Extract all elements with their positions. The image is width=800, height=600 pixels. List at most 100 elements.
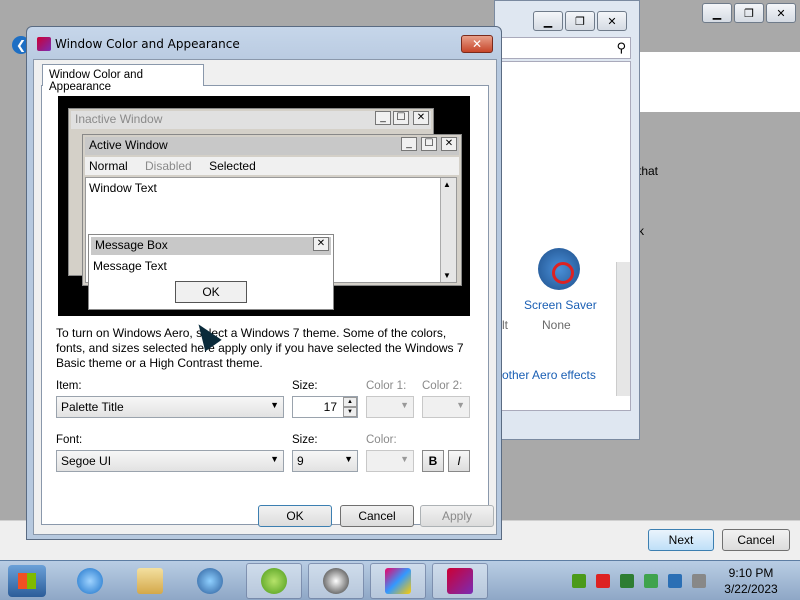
color1-label: Color 1: <box>366 380 407 392</box>
bg-minimize-button[interactable]: ▁ <box>702 3 732 23</box>
minimize-icon: _ <box>401 137 417 151</box>
scroll-up-icon: ▲ <box>443 180 451 189</box>
item-label: Item: <box>56 380 82 392</box>
taskbar-utorrent[interactable] <box>246 563 302 599</box>
chevron-down-icon: ▼ <box>400 454 409 464</box>
window-text: Window Text <box>89 181 157 195</box>
start-button[interactable] <box>8 565 46 597</box>
apply-button[interactable]: Apply <box>420 505 494 527</box>
minimize-icon: _ <box>375 111 391 125</box>
item-select[interactable]: Palette Title ▼ <box>56 396 284 418</box>
taskbar-media-player[interactable] <box>182 563 238 599</box>
menu-selected: Selected <box>209 159 256 173</box>
chevron-down-icon: ▼ <box>270 400 279 410</box>
font-label: Font: <box>56 434 83 446</box>
wizard-cancel-button[interactable]: Cancel <box>722 529 790 551</box>
bold-button[interactable]: B <box>422 450 444 472</box>
message-text: Message Text <box>93 259 167 273</box>
close-icon: ✕ <box>313 237 329 251</box>
preview-menu: Normal Disabled Selected <box>85 157 459 175</box>
bg-maximize-button[interactable]: ❐ <box>734 3 764 23</box>
appearance-icon <box>447 568 473 594</box>
internet-explorer-icon <box>77 568 103 594</box>
maximize-icon: ☐ <box>421 137 437 151</box>
menu-disabled: Disabled <box>145 159 192 173</box>
update-icon[interactable] <box>620 574 634 588</box>
cancel-button[interactable]: Cancel <box>340 505 414 527</box>
close-icon: ✕ <box>441 137 457 151</box>
screen-saver-icon[interactable] <box>538 248 580 290</box>
taskbar-webcam[interactable] <box>308 563 364 599</box>
menu-normal: Normal <box>89 159 128 173</box>
volume-muted-icon[interactable] <box>692 574 706 588</box>
dialog-close-button[interactable]: ✕ <box>461 35 493 53</box>
color1-picker[interactable]: ▼ <box>366 396 414 418</box>
cp-content: Screen Saver None lt other Aero effects <box>501 61 631 411</box>
font-select[interactable]: Segoe UI ▼ <box>56 450 284 472</box>
preview-message-box: Message Box ✕ Message Text OK <box>88 234 334 310</box>
dialog-title: Window Color and Appearance <box>55 37 240 51</box>
next-button[interactable]: Next <box>648 529 714 551</box>
spin-down-icon[interactable]: ▼ <box>343 407 357 417</box>
tab-window-color-and-appearance[interactable]: Window Color and Appearance <box>42 64 204 93</box>
taskbar-control-panel[interactable] <box>370 563 426 599</box>
appearance-dialog: Window Color and Appearance ✕ Window Col… <box>26 26 502 540</box>
cp-search-input[interactable]: ⚲ <box>501 37 631 59</box>
chevron-down-icon: ▼ <box>456 400 465 410</box>
aero-effects-link[interactable]: other Aero effects <box>502 368 596 382</box>
color2-label: Color 2: <box>422 380 463 392</box>
bg-close-button[interactable]: ✕ <box>766 3 796 23</box>
font-size-value: 9 <box>297 454 304 468</box>
clock-time: 9:10 PM <box>728 566 774 580</box>
item-size-label: Size: <box>292 380 318 392</box>
item-select-value: Palette Title <box>61 400 124 414</box>
battery-icon[interactable] <box>644 574 658 588</box>
cp-close-button[interactable]: ✕ <box>597 11 627 31</box>
cp-minimize-button[interactable]: ▁ <box>533 11 563 31</box>
taskbar-explorer[interactable] <box>122 563 178 599</box>
dialog-body: Window Color and Appearance Inactive Win… <box>33 59 497 535</box>
ok-button[interactable]: OK <box>258 505 332 527</box>
preview-ok-button: OK <box>175 281 247 303</box>
text-fragment: lt <box>502 318 508 332</box>
media-player-icon <box>197 568 223 594</box>
windows-logo-icon <box>18 573 36 589</box>
cp-maximize-button[interactable]: ❐ <box>565 11 595 31</box>
item-size-stepper[interactable]: 17 ▲ ▼ <box>292 396 358 418</box>
utorrent-icon <box>261 568 287 594</box>
utorrent-tray-icon[interactable] <box>572 574 586 588</box>
appearance-icon <box>37 37 51 51</box>
clock-date: 3/22/2023 <box>724 582 778 596</box>
network-icon[interactable] <box>668 574 682 588</box>
tab-panel: Inactive Window _ ☐ ✕ Active Window _ ☐ … <box>41 85 489 525</box>
cp-scrollbar[interactable] <box>616 262 630 396</box>
folder-icon <box>137 568 163 594</box>
screen-saver-value: None <box>542 318 571 332</box>
preview-scrollbar: ▲ ▼ <box>440 178 456 282</box>
chevron-down-icon: ▼ <box>400 400 409 410</box>
control-panel-icon <box>385 568 411 594</box>
aero-description: To turn on Windows Aero, select a Window… <box>56 326 464 370</box>
close-icon: ✕ <box>413 111 429 125</box>
font-size-label: Size: <box>292 434 318 446</box>
taskbar-ie[interactable] <box>62 563 118 599</box>
appearance-preview[interactable]: Inactive Window _ ☐ ✕ Active Window _ ☐ … <box>58 96 470 316</box>
color2-picker[interactable]: ▼ <box>422 396 470 418</box>
taskbar-clock[interactable]: 9:10 PM 3/22/2023 <box>716 565 786 597</box>
spin-up-icon[interactable]: ▲ <box>343 397 357 407</box>
font-color-label: Color: <box>366 434 397 446</box>
item-size-value: 17 <box>323 400 337 414</box>
scroll-down-icon: ▼ <box>443 271 451 280</box>
font-color-picker[interactable]: ▼ <box>366 450 414 472</box>
control-panel-window: ▁ ❐ ✕ ⚲ Screen Saver None lt other Aero … <box>494 0 640 440</box>
italic-button[interactable]: I <box>448 450 470 472</box>
font-size-select[interactable]: 9 ▼ <box>292 450 358 472</box>
taskbar-appearance[interactable] <box>432 563 488 599</box>
chevron-down-icon: ▼ <box>270 454 279 464</box>
webcam-icon <box>323 568 349 594</box>
shield-icon[interactable] <box>596 574 610 588</box>
chevron-down-icon: ▼ <box>344 454 353 464</box>
maximize-icon: ☐ <box>393 111 409 125</box>
screen-saver-link[interactable]: Screen Saver <box>524 298 597 312</box>
no-symbol-icon <box>552 262 574 284</box>
